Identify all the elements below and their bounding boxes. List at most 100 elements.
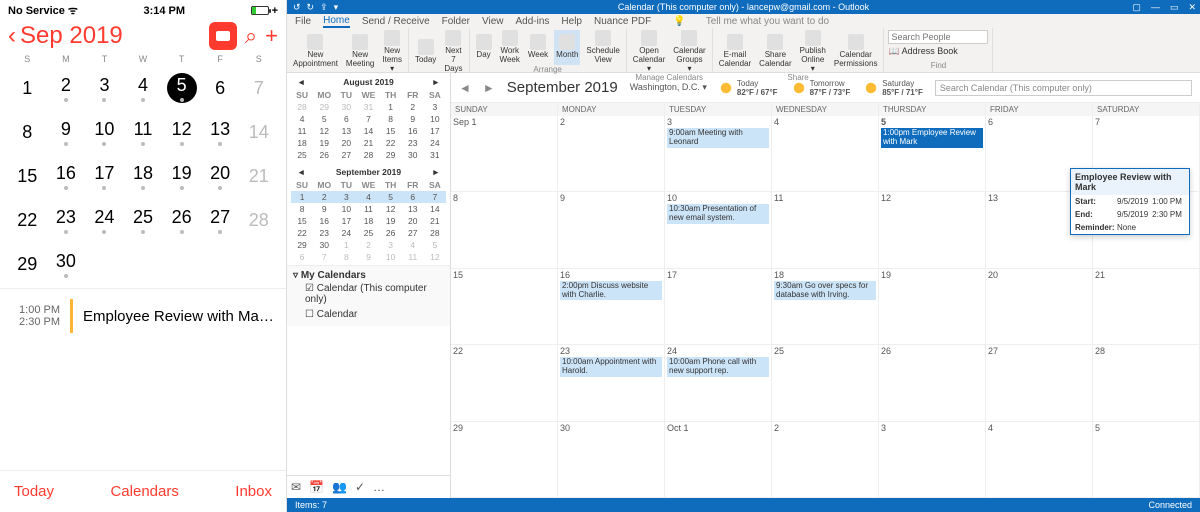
day-cell[interactable]: 1 (8, 66, 47, 110)
mini-day-cell[interactable]: 14 (424, 203, 446, 215)
mini-day-cell[interactable]: 7 (313, 251, 335, 263)
day-cell[interactable] (239, 242, 278, 286)
mini-day-cell[interactable]: 27 (402, 227, 424, 239)
ribbon-month-button[interactable]: Month (554, 30, 580, 65)
ribbon-emailcalendar-button[interactable]: E-mailCalendar (717, 30, 753, 73)
day-cell[interactable]: 29 (8, 242, 47, 286)
day-cell[interactable]: 20 (201, 154, 240, 198)
day-cell[interactable]: 24 (85, 198, 124, 242)
mini-day-cell[interactable]: 2 (313, 191, 335, 203)
mini-day-cell[interactable]: 11 (291, 125, 313, 137)
day-cell[interactable]: 5 (162, 66, 201, 110)
day-cell[interactable] (124, 242, 163, 286)
mini-day-cell[interactable]: 1 (291, 191, 313, 203)
search-people-input[interactable] (888, 30, 988, 44)
mini-day-cell[interactable]: 29 (291, 239, 313, 251)
mini-day-cell[interactable]: 31 (424, 149, 446, 161)
calendar-cell[interactable]: 29 (451, 422, 558, 497)
mini-day-cell[interactable]: 25 (291, 149, 313, 161)
mini-day-cell[interactable]: 8 (291, 203, 313, 215)
day-cell[interactable] (162, 242, 201, 286)
mini-day-cell[interactable]: 5 (313, 113, 335, 125)
mini-next-button[interactable]: ► (432, 77, 440, 87)
day-cell[interactable] (201, 242, 240, 286)
mini-day-cell[interactable]: 1 (335, 239, 357, 251)
my-calendars-header[interactable]: ▿ My Calendars (293, 270, 444, 281)
ribbon-today-button[interactable]: Today (413, 30, 438, 73)
calendar-event[interactable]: 9:30am Go over specs for database with I… (774, 281, 876, 301)
mini-day-cell[interactable]: 21 (357, 137, 379, 149)
mini-day-cell[interactable]: 14 (357, 125, 379, 137)
mini-day-cell[interactable]: 26 (313, 149, 335, 161)
day-cell[interactable]: 25 (124, 198, 163, 242)
more-icon[interactable]: … (373, 480, 385, 494)
calendar-cell[interactable]: 5 (1093, 422, 1200, 497)
mini-day-cell[interactable]: 3 (380, 239, 402, 251)
ribbon-day-button[interactable]: Day (474, 30, 494, 65)
ribbon-publishonline-button[interactable]: PublishOnline▾ (798, 30, 828, 73)
mini-day-cell[interactable]: 28 (291, 101, 313, 113)
day-cell[interactable]: 18 (124, 154, 163, 198)
people-icon[interactable]: 👥 (332, 480, 347, 494)
calendar-cell[interactable]: 25 (772, 345, 879, 420)
ribbon-newappointment-button[interactable]: NewAppointment (291, 30, 340, 73)
tell-me-input[interactable]: Tell me what you want to do (706, 16, 829, 27)
calendar-event[interactable]: 2:00pm Discuss website with Charlie. (560, 281, 662, 301)
mini-day-cell[interactable]: 7 (357, 113, 379, 125)
minimize-button[interactable]: — (1151, 2, 1160, 13)
mini-day-cell[interactable]: 12 (380, 203, 402, 215)
ribbon-opencalendar-button[interactable]: OpenCalendar▾ (631, 30, 667, 73)
ribbon-nextdays-button[interactable]: Next7Days (442, 30, 464, 73)
tasks-icon[interactable]: ✓ (355, 480, 365, 494)
calendar-cell[interactable]: 2410:00am Phone call with new support re… (665, 345, 772, 420)
calendar-cell[interactable]: 28 (1093, 345, 1200, 420)
mini-day-cell[interactable]: 16 (402, 125, 424, 137)
calendar-cell[interactable]: Oct 1 (665, 422, 772, 497)
mini-day-cell[interactable]: 13 (335, 125, 357, 137)
mini-day-cell[interactable]: 12 (424, 251, 446, 263)
mini-prev-button[interactable]: ◄ (297, 167, 305, 177)
calendar-cell[interactable]: 4 (772, 116, 879, 191)
mini-day-cell[interactable]: 19 (380, 215, 402, 227)
ribbon-newmeeting-button[interactable]: NewMeeting (344, 30, 376, 73)
agenda-item[interactable]: 1:00 PM 2:30 PM Employee Review with Ma… (10, 299, 276, 333)
calendar-cell[interactable]: 2 (558, 116, 665, 191)
tab-file[interactable]: File (295, 16, 311, 27)
calendar-cell[interactable]: 189:30am Go over specs for database with… (772, 269, 879, 344)
qa-redo-icon[interactable]: ↻ (307, 2, 315, 13)
day-cell[interactable]: 15 (8, 154, 47, 198)
calendar-event[interactable]: 9:00am Meeting with Leonard (667, 128, 769, 148)
mini-day-cell[interactable]: 18 (357, 215, 379, 227)
ribbon-newitems-button[interactable]: NewItems▾ (380, 30, 404, 73)
day-cell[interactable]: 22 (8, 198, 47, 242)
day-cell[interactable]: 27 (201, 198, 240, 242)
mini-day-cell[interactable]: 3 (424, 101, 446, 113)
mini-day-cell[interactable]: 27 (335, 149, 357, 161)
mini-day-cell[interactable]: 1 (380, 101, 402, 113)
mini-day-cell[interactable]: 12 (313, 125, 335, 137)
mini-day-cell[interactable]: 31 (357, 101, 379, 113)
location-dropdown[interactable]: Washington, D.C. ▾ (630, 82, 707, 93)
mini-day-cell[interactable]: 3 (335, 191, 357, 203)
search-calendar-input[interactable]: Search Calendar (This computer only) (935, 80, 1192, 96)
add-icon[interactable]: + (265, 23, 278, 49)
mini-day-cell[interactable]: 28 (357, 149, 379, 161)
mini-day-cell[interactable]: 5 (380, 191, 402, 203)
ribbon-options[interactable]: ▢ (1132, 2, 1141, 13)
calendar-cell[interactable]: 15 (451, 269, 558, 344)
calendar-event[interactable]: 1:00pm Employee Review with Mark (881, 128, 983, 148)
mini-day-cell[interactable]: 11 (357, 203, 379, 215)
calendar-cell[interactable]: 8 (451, 192, 558, 267)
mini-day-cell[interactable]: 4 (402, 239, 424, 251)
mail-icon[interactable]: ✉ (291, 480, 301, 494)
day-cell[interactable]: 19 (162, 154, 201, 198)
calendar-cell[interactable]: 22 (451, 345, 558, 420)
ribbon-week-button[interactable]: Week (526, 30, 550, 65)
back-button[interactable]: ‹ (8, 22, 16, 50)
day-cell[interactable]: 16 (47, 154, 86, 198)
day-cell[interactable]: 6 (201, 66, 240, 110)
tab-help[interactable]: Help (561, 16, 582, 27)
mini-day-cell[interactable]: 13 (402, 203, 424, 215)
mini-day-cell[interactable]: 10 (335, 203, 357, 215)
mini-day-cell[interactable]: 9 (402, 113, 424, 125)
